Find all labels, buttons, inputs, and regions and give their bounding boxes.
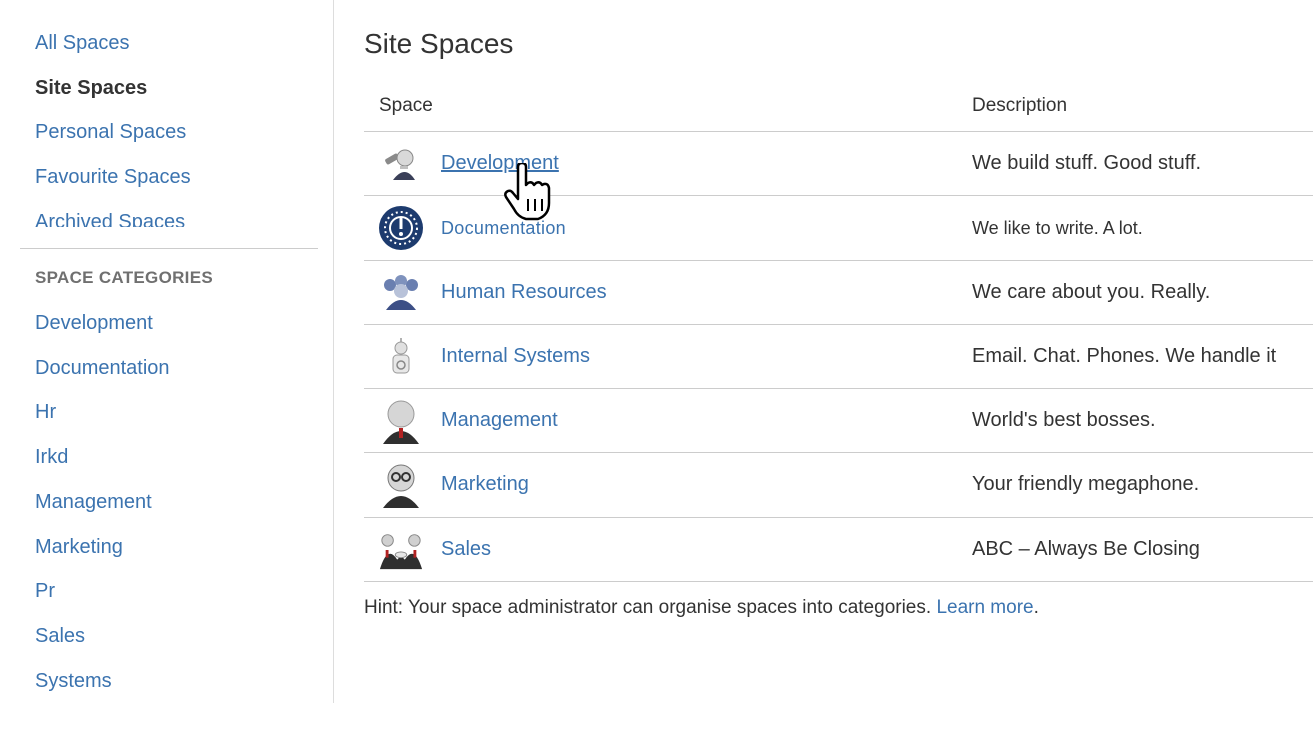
nav-personal-spaces[interactable]: Personal Spaces	[35, 121, 186, 144]
category-development[interactable]: Development	[35, 312, 153, 335]
column-header-description: Description	[972, 95, 1068, 116]
space-link-human-resources[interactable]: Human Resources	[441, 281, 607, 304]
table-row: Development We build stuff. Good stuff.	[364, 132, 1313, 197]
sidebar: All Spaces Site Spaces Personal Spaces F…	[0, 0, 334, 703]
table-row: Sales ABC – Always Be Closing	[364, 518, 1313, 583]
category-marketing[interactable]: Marketing	[35, 536, 123, 559]
category-management[interactable]: Management	[35, 491, 152, 514]
space-link-internal-systems[interactable]: Internal Systems	[441, 345, 590, 368]
space-description: World's best bosses.	[972, 409, 1156, 432]
space-link-sales[interactable]: Sales	[441, 538, 491, 561]
category-documentation[interactable]: Documentation	[35, 357, 170, 380]
table-row: Human Resources We care about you. Reall…	[364, 261, 1313, 325]
category-hr[interactable]: Hr	[35, 401, 56, 424]
main-content: Site Spaces Space Description Developmen…	[364, 0, 1313, 729]
table-row: Management World's best bosses.	[364, 389, 1313, 454]
development-avatar-icon[interactable]	[378, 141, 424, 187]
table-row: Documentation We like to write. A lot.	[364, 196, 1313, 261]
nav-all-spaces[interactable]: All Spaces	[35, 32, 130, 55]
management-avatar-icon[interactable]	[378, 398, 424, 445]
hint-period: .	[1033, 597, 1039, 618]
table-row: Marketing Your friendly megaphone.	[364, 453, 1313, 518]
learn-more-link[interactable]: Learn more	[936, 597, 1033, 618]
documentation-clock-icon[interactable]	[378, 205, 424, 251]
sidebar-divider	[20, 248, 318, 249]
spaces-table: Space Description Development We build s…	[364, 82, 1313, 583]
category-sales[interactable]: Sales	[35, 625, 85, 648]
space-link-management[interactable]: Management	[441, 409, 558, 432]
human-resources-group-icon[interactable]	[378, 270, 424, 316]
nav-site-spaces[interactable]: Site Spaces	[35, 77, 147, 100]
internal-systems-robot-icon[interactable]	[378, 334, 424, 380]
table-row: Internal Systems Email. Chat. Phones. We…	[364, 325, 1313, 390]
space-description: We build stuff. Good stuff.	[972, 152, 1202, 174]
nav-archived-spaces[interactable]: Archived Spaces	[35, 211, 185, 227]
column-header-space: Space	[379, 95, 433, 116]
page-title: Site Spaces	[364, 28, 514, 59]
space-description: Your friendly megaphone.	[972, 473, 1200, 496]
space-link-marketing[interactable]: Marketing	[441, 473, 529, 496]
category-systems[interactable]: Systems	[35, 670, 112, 693]
space-description: ABC – Always Be Closing	[972, 537, 1200, 560]
space-description: Email. Chat. Phones. We handle it	[972, 344, 1277, 367]
space-link-development[interactable]: Development	[441, 152, 559, 175]
table-header: Space Description	[364, 82, 1313, 132]
space-description: We care about you. Really.	[972, 280, 1211, 303]
hint-message: Hint: Your space administrator can organ…	[364, 597, 937, 618]
category-pr[interactable]: Pr	[35, 580, 55, 603]
marketing-avatar-icon[interactable]	[378, 462, 424, 509]
hint-text: Hint: Your space administrator can organ…	[364, 597, 1039, 619]
nav-favourite-spaces[interactable]: Favourite Spaces	[35, 166, 191, 189]
sales-handshake-icon[interactable]	[378, 527, 424, 573]
space-link-documentation[interactable]: Documentation	[441, 218, 566, 239]
space-description: We like to write. A lot.	[972, 218, 1143, 239]
category-irkd[interactable]: Irkd	[35, 446, 68, 469]
space-categories-heading: SPACE CATEGORIES	[35, 268, 213, 287]
